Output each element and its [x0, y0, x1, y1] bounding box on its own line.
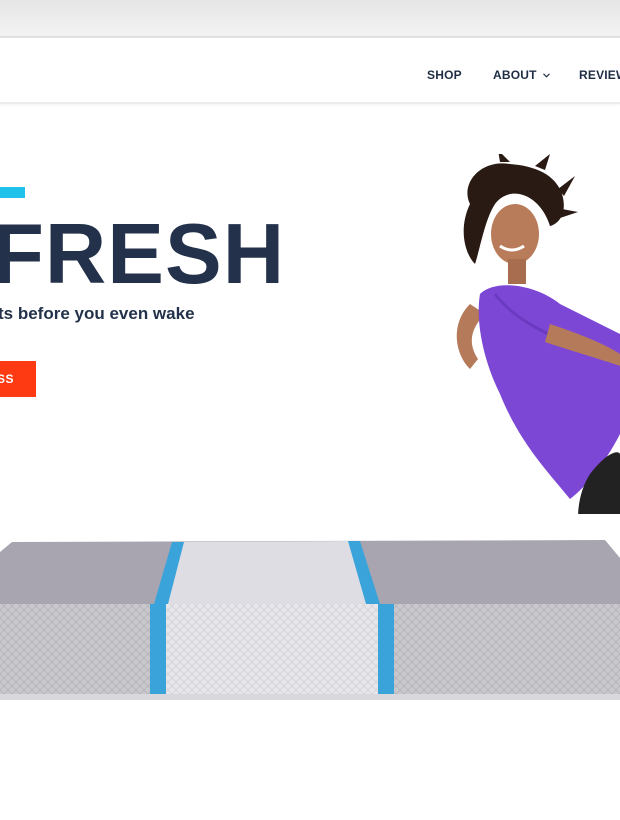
- hero-headline: FRESH: [0, 207, 286, 302]
- nav-about-label: ABOUT: [493, 68, 537, 82]
- hero-subheadline: ts before you even wake: [0, 304, 195, 323]
- nav-shop-link[interactable]: SHOP: [427, 68, 462, 82]
- browser-top-band: [0, 0, 620, 38]
- accent-bar: [0, 187, 25, 198]
- nav-about-link[interactable]: ABOUT: [493, 68, 551, 82]
- mattress-image: [0, 540, 620, 700]
- jumping-woman-image: [456, 154, 620, 514]
- nav-reviews-link[interactable]: REVIEW: [579, 68, 620, 82]
- shop-mattress-button[interactable]: SS: [0, 361, 36, 397]
- chevron-down-icon: [543, 73, 551, 78]
- website-page: SHOP ABOUT REVIEW FRESH ts before you ev…: [0, 38, 620, 820]
- top-navigation: SHOP ABOUT REVIEW: [0, 38, 620, 104]
